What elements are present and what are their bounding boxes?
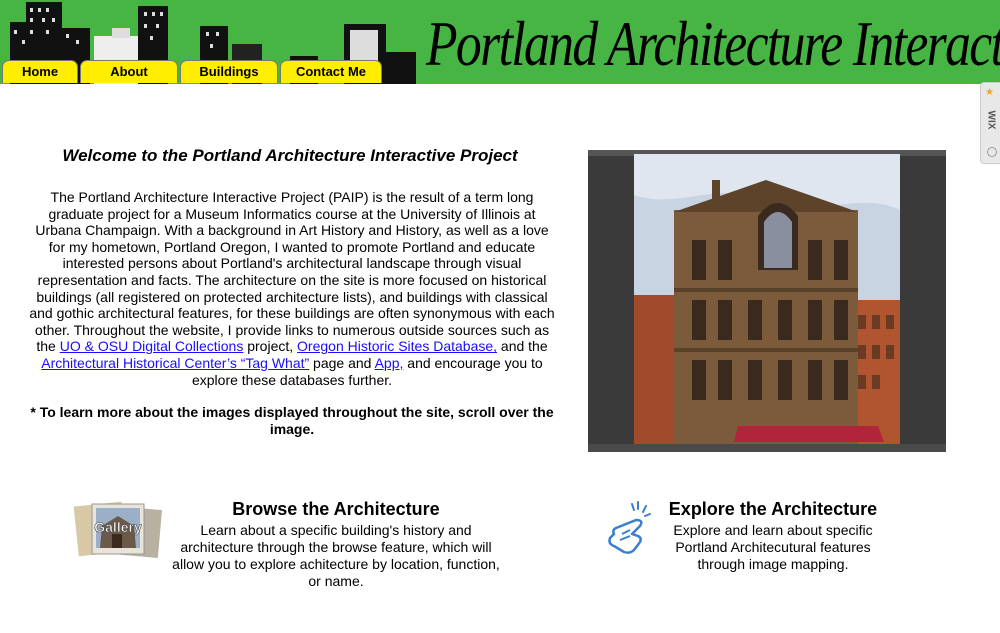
intro-text-page-and: page and (309, 354, 375, 371)
site-title: Portland Architecture Interactive (426, 9, 1000, 79)
intro-paragraph: The Portland Architecture Interactive Pr… (28, 189, 556, 388)
oregon-historic-sites-link[interactable]: Oregon Historic Sites Database, (297, 338, 497, 354)
main-nav: Home About Buildings Contact Me (2, 60, 384, 84)
page-title: Welcome to the Portland Architecture Int… (62, 146, 518, 165)
explore-title[interactable]: Explore the Architecture (658, 499, 888, 520)
explore-description: Explore and learn about specific Portlan… (673, 522, 873, 572)
gallery-icon-label: Gallery (94, 519, 142, 535)
gallery-icon[interactable]: Gallery (72, 498, 164, 558)
intro-text-and-the: and the (497, 338, 548, 355)
nav-tab-home[interactable]: Home (2, 60, 78, 83)
intro-text: The Portland Architecture Interactive Pr… (29, 189, 555, 355)
circle-icon (987, 147, 997, 157)
intro-text-project: project, (243, 338, 298, 355)
wix-badge-label: WIX (985, 110, 997, 130)
wix-badge[interactable]: ★ WIX (980, 82, 1000, 164)
star-icon: ★ (985, 87, 994, 98)
architectural-historical-center-link[interactable]: Architectural Historical Center’s “Tag W… (41, 355, 309, 371)
browse-title[interactable]: Browse the Architecture (178, 499, 494, 520)
building-photo[interactable] (588, 150, 946, 452)
pointing-hand-icon[interactable] (602, 498, 660, 556)
browse-description: Learn about a specific building's histor… (172, 522, 500, 589)
image-hover-note: * To learn more about the images display… (30, 404, 554, 437)
nav-tab-buildings[interactable]: Buildings (180, 60, 278, 83)
nav-tab-about[interactable]: About (80, 60, 178, 83)
app-link[interactable]: App, (375, 355, 404, 371)
site-header: Portland Architecture Interactive Home A… (0, 0, 1000, 84)
uo-osu-digital-collections-link[interactable]: UO & OSU Digital Collections (60, 338, 244, 354)
nav-tab-contact-me[interactable]: Contact Me (280, 60, 382, 83)
